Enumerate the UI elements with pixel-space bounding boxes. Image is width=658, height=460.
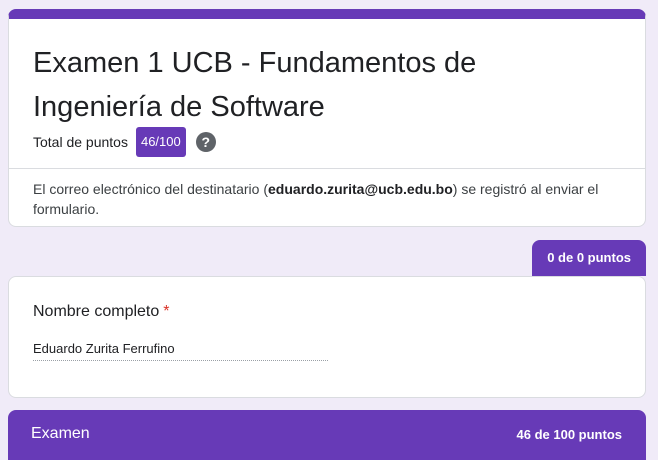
total-score-row: Total de puntos 46/100 ? — [33, 127, 216, 157]
form-title: Examen 1 UCB - Fundamentos de Ingeniería… — [33, 47, 477, 123]
section-points-tab: 0 de 0 puntos — [532, 240, 646, 276]
header-divider — [9, 168, 645, 169]
email-note-prefix: El correo electrónico del destinatario ( — [33, 181, 269, 197]
email-recorded-note: El correo electrónico del destinatario (… — [33, 179, 621, 219]
recipient-email: eduardo.zurita@ucb.edu.bo — [268, 181, 453, 197]
question-label: Nombre completo — [33, 303, 160, 320]
total-points-badge: 46/100 — [135, 127, 186, 157]
question-card-nombre: Nombre completo * Eduardo Zurita Ferrufin… — [8, 276, 646, 398]
section-header-examen: Examen 46 de 100 puntos — [8, 410, 646, 460]
form-header-card: Examen 1 UCB - Fundamentos de Ingeniería… — [8, 9, 646, 227]
question-title: Nombre completo * — [33, 303, 170, 321]
section-score: 46 de 100 puntos — [516, 427, 622, 442]
total-points-label: Total de puntos — [33, 134, 128, 150]
answer-value: Eduardo Zurita Ferrufino — [33, 341, 328, 361]
required-asterisk: * — [163, 303, 170, 320]
help-icon[interactable]: ? — [195, 132, 216, 152]
section-title: Examen — [31, 425, 90, 442]
